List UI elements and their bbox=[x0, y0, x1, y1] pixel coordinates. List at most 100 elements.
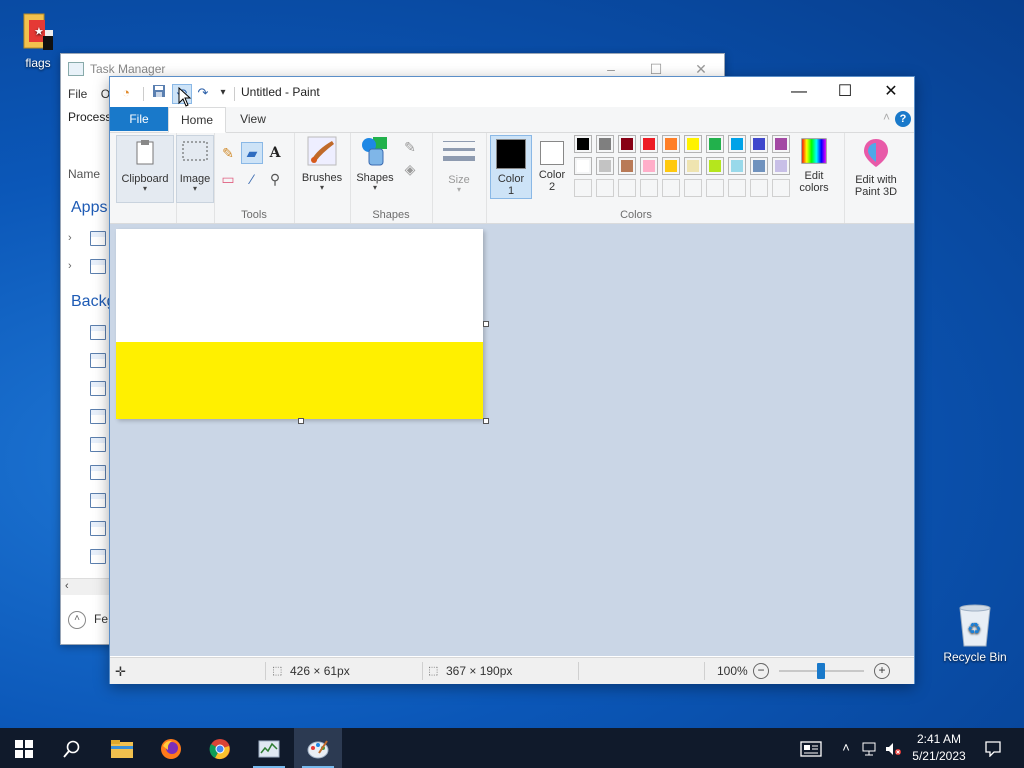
process-row[interactable] bbox=[68, 548, 108, 566]
process-row[interactable] bbox=[68, 324, 108, 342]
palette-swatch[interactable] bbox=[574, 157, 592, 175]
tab-file[interactable]: File bbox=[110, 107, 168, 131]
chevron-up-icon[interactable]: ˄ bbox=[836, 728, 856, 768]
chevron-right-icon[interactable]: › bbox=[68, 232, 72, 244]
palette-swatch[interactable] bbox=[596, 157, 614, 175]
help-icon[interactable]: ? bbox=[895, 111, 911, 127]
scroll-left-icon[interactable]: ‹ bbox=[65, 580, 69, 592]
chrome-button[interactable] bbox=[196, 728, 244, 768]
palette-swatch[interactable] bbox=[640, 157, 658, 175]
palette-swatch[interactable] bbox=[596, 135, 614, 153]
tab-view[interactable]: View bbox=[228, 107, 278, 131]
save-icon[interactable] bbox=[150, 84, 168, 102]
palette-swatch-empty[interactable] bbox=[596, 179, 614, 197]
palette-swatch[interactable] bbox=[618, 157, 636, 175]
paint-window[interactable]: ◔ ↶ ↷ ▾ Untitled - Paint — ☐ ✕ File Home… bbox=[109, 76, 915, 684]
firefox-button[interactable] bbox=[147, 728, 195, 768]
palette-swatch[interactable] bbox=[684, 157, 702, 175]
collapse-ribbon-icon[interactable]: ˄ bbox=[883, 110, 890, 124]
palette-swatch-empty[interactable] bbox=[750, 179, 768, 197]
edit-with-paint3d-button[interactable]: Edit with Paint 3D bbox=[847, 137, 905, 199]
resize-handle-corner[interactable] bbox=[483, 418, 489, 424]
process-row[interactable] bbox=[68, 380, 108, 398]
paint-titlebar[interactable]: ◔ ↶ ↷ ▾ Untitled - Paint — ☐ ✕ bbox=[110, 77, 914, 107]
start-button[interactable] bbox=[0, 728, 48, 768]
palette-swatch[interactable] bbox=[640, 135, 658, 153]
color2-button[interactable]: Color 2 bbox=[534, 135, 570, 197]
paint-app-icon[interactable]: ◔ bbox=[117, 84, 135, 102]
desktop-icon-recycle-bin[interactable]: ♻ Recycle Bin bbox=[940, 602, 1010, 664]
palette-swatch[interactable] bbox=[750, 135, 768, 153]
task-manager-taskbar-button[interactable] bbox=[245, 728, 293, 768]
palette-swatch[interactable] bbox=[684, 135, 702, 153]
palette-swatch[interactable] bbox=[574, 135, 592, 153]
process-row[interactable]: › bbox=[68, 230, 108, 248]
menu-file[interactable]: File bbox=[68, 87, 87, 101]
palette-swatch-empty[interactable] bbox=[640, 179, 658, 197]
file-explorer-button[interactable] bbox=[98, 728, 146, 768]
process-row[interactable]: › bbox=[68, 258, 108, 276]
clipboard-button[interactable]: Clipboard ▾ bbox=[116, 135, 174, 203]
process-row[interactable] bbox=[68, 520, 108, 538]
minimize-button[interactable]: — bbox=[776, 77, 822, 107]
color-picker-icon[interactable]: ⁄ bbox=[242, 169, 262, 189]
network-icon[interactable] bbox=[858, 728, 882, 768]
canvas-workspace[interactable] bbox=[110, 224, 914, 656]
size-button[interactable]: Size ▾ bbox=[438, 137, 480, 199]
pencil-icon[interactable]: ✎ bbox=[218, 143, 238, 163]
zoom-out-button[interactable]: − bbox=[753, 663, 769, 679]
eraser-icon[interactable]: ▭ bbox=[218, 169, 238, 189]
palette-swatch[interactable] bbox=[706, 157, 724, 175]
palette-swatch-empty[interactable] bbox=[728, 179, 746, 197]
color1-button[interactable]: Color 1 bbox=[490, 135, 532, 199]
resize-handle-bottom[interactable] bbox=[298, 418, 304, 424]
fill-icon[interactable]: ◈ bbox=[400, 159, 420, 179]
palette-swatch[interactable] bbox=[618, 135, 636, 153]
palette-swatch[interactable] bbox=[750, 157, 768, 175]
image-button[interactable]: Image ▾ bbox=[176, 135, 214, 203]
volume-muted-icon[interactable] bbox=[882, 728, 904, 768]
customize-qat-icon[interactable]: ▾ bbox=[214, 84, 232, 102]
fewer-details-button[interactable]: ˄ Fe bbox=[68, 611, 108, 629]
process-row[interactable] bbox=[68, 408, 108, 426]
notifications-icon[interactable] bbox=[978, 728, 1008, 768]
paint-taskbar-button[interactable] bbox=[294, 728, 342, 768]
resize-handle-right[interactable] bbox=[483, 321, 489, 327]
palette-swatch-empty[interactable] bbox=[574, 179, 592, 197]
column-header-name[interactable]: Name bbox=[68, 167, 100, 181]
taskbar-clock[interactable]: 2:41 AM 5/21/2023 bbox=[904, 731, 974, 765]
palette-swatch[interactable] bbox=[662, 157, 680, 175]
palette-swatch[interactable] bbox=[772, 135, 790, 153]
process-row[interactable] bbox=[68, 492, 108, 510]
text-tool-icon[interactable]: A bbox=[265, 143, 285, 163]
horizontal-scrollbar[interactable]: ‹ bbox=[61, 578, 109, 595]
palette-swatch-empty[interactable] bbox=[662, 179, 680, 197]
process-row[interactable] bbox=[68, 464, 108, 482]
palette-swatch[interactable] bbox=[772, 157, 790, 175]
maximize-button[interactable]: ☐ bbox=[822, 77, 868, 107]
zoom-slider-thumb[interactable] bbox=[817, 663, 825, 679]
edit-colors-button[interactable]: Edit colors bbox=[792, 137, 836, 199]
zoom-in-button[interactable]: + bbox=[874, 663, 890, 679]
palette-swatch[interactable] bbox=[728, 157, 746, 175]
shapes-button[interactable]: Shapes ▾ bbox=[354, 135, 396, 201]
redo-icon[interactable]: ↷ bbox=[194, 84, 212, 102]
tab-home[interactable]: Home bbox=[168, 107, 226, 133]
close-button[interactable]: ✕ bbox=[868, 77, 914, 107]
search-button[interactable] bbox=[48, 728, 96, 768]
magnifier-icon[interactable]: ⚲ bbox=[265, 169, 285, 189]
outline-icon[interactable]: ✎ bbox=[400, 137, 420, 157]
fill-bucket-icon[interactable]: ▰ bbox=[241, 142, 263, 164]
palette-swatch-empty[interactable] bbox=[772, 179, 790, 197]
news-widget-icon[interactable] bbox=[796, 728, 826, 768]
palette-swatch[interactable] bbox=[728, 135, 746, 153]
chevron-right-icon[interactable]: › bbox=[68, 260, 72, 272]
palette-swatch[interactable] bbox=[706, 135, 724, 153]
palette-swatch-empty[interactable] bbox=[684, 179, 702, 197]
drawing-canvas[interactable] bbox=[116, 229, 483, 419]
brushes-button[interactable]: Brushes ▾ bbox=[298, 135, 346, 201]
palette-swatch-empty[interactable] bbox=[706, 179, 724, 197]
process-row[interactable] bbox=[68, 352, 108, 370]
palette-swatch[interactable] bbox=[662, 135, 680, 153]
palette-swatch-empty[interactable] bbox=[618, 179, 636, 197]
